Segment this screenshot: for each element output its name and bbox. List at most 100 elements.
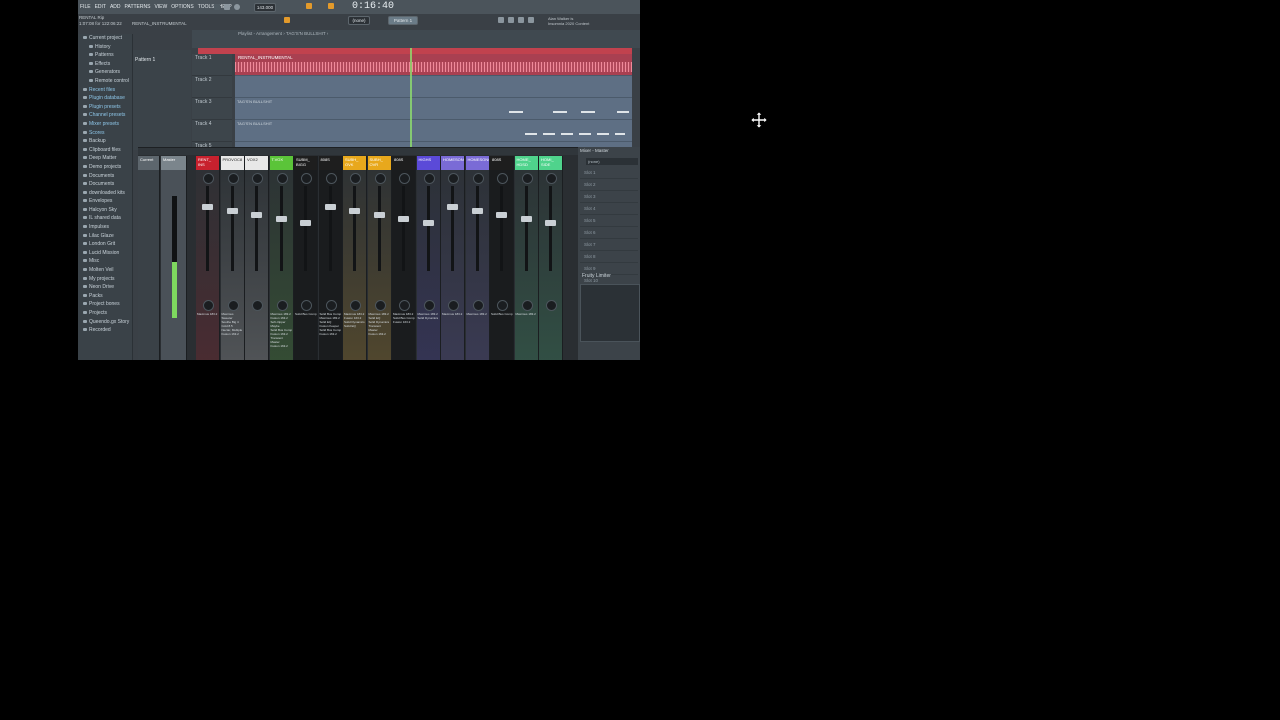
- browser-item[interactable]: Halcyon Sky: [78, 206, 132, 215]
- playhead[interactable]: [410, 48, 412, 148]
- stop-icon[interactable]: [224, 4, 230, 10]
- browser-item[interactable]: Misc: [78, 257, 132, 266]
- send-knob[interactable]: [301, 300, 312, 311]
- pattern-label[interactable]: Pattern 1: [135, 57, 155, 63]
- pan-knob[interactable]: [448, 173, 459, 184]
- record-icon[interactable]: [234, 4, 240, 10]
- volume-fader[interactable]: [328, 186, 332, 271]
- fader-handle[interactable]: [496, 212, 507, 218]
- track-name[interactable]: Track 1: [192, 54, 232, 76]
- volume-fader[interactable]: [500, 186, 503, 271]
- fader-handle[interactable]: [226, 208, 238, 214]
- browser-item[interactable]: downloaded kits: [78, 189, 132, 198]
- browser-item[interactable]: Plugin database: [78, 94, 132, 103]
- send-knob[interactable]: [350, 300, 361, 311]
- pan-knob[interactable]: [374, 173, 386, 184]
- mixer-strip[interactable]: VOX2: [245, 156, 269, 360]
- song-mode-icon[interactable]: [328, 3, 334, 9]
- fader-handle[interactable]: [275, 216, 287, 222]
- mixer-strip-current[interactable]: Current: [138, 156, 160, 360]
- browser-item[interactable]: Plugin presets: [78, 103, 132, 112]
- volume-fader[interactable]: [377, 186, 381, 271]
- track-row[interactable]: [235, 76, 632, 98]
- pattern-clip[interactable]: [581, 111, 595, 113]
- mixer-strip[interactable]: 808S Maximus 183.2 Solid Bus Comp Fusion 16…: [392, 156, 416, 360]
- fader-handle[interactable]: [398, 216, 409, 222]
- mixer-strip[interactable]: 808S Solid Bus Comp: [490, 156, 514, 360]
- effect-slot[interactable]: Slot 8: [580, 251, 638, 263]
- mixer-strip[interactable]: SUBM_ BIGG Solid Bus Comp: [294, 156, 318, 360]
- pattern-mode-icon[interactable]: [306, 3, 312, 9]
- pan-knob[interactable]: [521, 173, 533, 184]
- effect-slot[interactable]: Slot 6: [580, 227, 638, 239]
- pattern-clip[interactable]: [509, 111, 523, 113]
- pan-knob[interactable]: [472, 173, 484, 184]
- mixer-strip[interactable]: T.VOX Maximus 183.2 Fusion 163.2 Soft clipp…: [269, 156, 294, 360]
- mixer-strip[interactable]: RENT_ INS Maximus 183.2: [196, 156, 220, 360]
- send-knob[interactable]: [276, 300, 288, 311]
- mixer-strip-master[interactable]: Master: [161, 156, 187, 360]
- mixer-strip[interactable]: PROVOC8 Maximus Sweeter Soothe Big 4 Cold 8…: [220, 156, 245, 360]
- fader-handle[interactable]: [545, 220, 556, 226]
- volume-fader[interactable]: [353, 186, 356, 271]
- fader-handle[interactable]: [324, 204, 336, 210]
- song-time-display[interactable]: 0:16:40: [352, 1, 394, 13]
- browser-item[interactable]: Documents: [78, 180, 132, 189]
- browser-item[interactable]: Envelopes: [78, 197, 132, 206]
- tempo-display[interactable]: 143.000: [254, 3, 276, 12]
- browser-item[interactable]: Lucid Mission: [78, 249, 132, 258]
- audio-clip[interactable]: RENTAL_INSTRUMENTAL: [235, 54, 632, 75]
- volume-fader[interactable]: [402, 186, 405, 271]
- browser-item[interactable]: Channel presets: [78, 111, 132, 120]
- effect-slot[interactable]: Slot 3: [580, 191, 638, 203]
- send-knob[interactable]: [203, 300, 214, 311]
- effect-slot[interactable]: Slot 1: [580, 167, 638, 179]
- piano-roll-icon[interactable]: [508, 17, 514, 23]
- menu-item[interactable]: EDIT: [93, 4, 108, 10]
- send-knob[interactable]: [227, 300, 239, 311]
- browser-item[interactable]: Molten Veil: [78, 266, 132, 275]
- browser-item[interactable]: Scores: [78, 129, 132, 138]
- pan-knob[interactable]: [276, 173, 288, 184]
- pan-knob[interactable]: [497, 173, 508, 184]
- browser-item[interactable]: Projects: [78, 309, 132, 318]
- mixer-icon[interactable]: [518, 17, 524, 23]
- volume-fader[interactable]: [524, 186, 528, 271]
- playlist-tracks[interactable]: RENTAL_INSTRUMENTAL TAG'S'N BULLSHIT TAG…: [235, 54, 632, 150]
- effect-slot[interactable]: Slot 7: [580, 239, 638, 251]
- fader-handle[interactable]: [447, 204, 458, 210]
- mixer-strip[interactable]: SUBH_ OVR Maximus 183.2 Solid EQ Solid Dyna…: [367, 156, 392, 360]
- menu-item[interactable]: OPTIONS: [169, 4, 196, 10]
- playlist-icon[interactable]: [498, 17, 504, 23]
- pan-knob[interactable]: [227, 173, 239, 184]
- effect-slot[interactable]: Slot 2: [580, 179, 638, 191]
- pattern-clip[interactable]: [617, 111, 629, 113]
- channel-rack-icon[interactable]: [528, 17, 534, 23]
- send-knob[interactable]: [521, 300, 533, 311]
- pan-knob[interactable]: [325, 173, 337, 184]
- pan-knob[interactable]: [399, 173, 410, 184]
- browser-item[interactable]: History: [78, 43, 132, 52]
- mixer-strip[interactable]: HOMESONG Maximus 183.2: [441, 156, 465, 360]
- send-knob[interactable]: [399, 300, 410, 311]
- browser-item[interactable]: My projects: [78, 275, 132, 284]
- fader-handle[interactable]: [373, 212, 385, 218]
- fader-handle[interactable]: [520, 216, 532, 222]
- track-row[interactable]: TAG'S'N BULLSHIT: [235, 120, 632, 142]
- browser-item[interactable]: Impulses: [78, 223, 132, 232]
- snap-selector[interactable]: (none): [348, 16, 370, 25]
- browser-item[interactable]: Project bones: [78, 300, 132, 309]
- menu-item[interactable]: FILE: [78, 4, 93, 10]
- send-knob[interactable]: [252, 300, 263, 311]
- limiter-slot[interactable]: Fruity Limiter: [582, 273, 611, 279]
- volume-fader[interactable]: [451, 186, 454, 271]
- browser-item[interactable]: Neon Drive: [78, 283, 132, 292]
- browser-item[interactable]: Lilac Glaze: [78, 232, 132, 241]
- browser-item[interactable]: Backup: [78, 137, 132, 146]
- send-knob[interactable]: [423, 300, 435, 311]
- menu-item[interactable]: VIEW: [152, 4, 169, 10]
- mixer-strip[interactable]: SUBH_ OVK Maximus 183.2 Fusion 163.2 Solid …: [343, 156, 367, 360]
- mixer-strip[interactable]: HOME_ HDSD Maximus 183.2: [514, 156, 539, 360]
- volume-fader[interactable]: [206, 186, 209, 271]
- input-selector[interactable]: (none): [586, 158, 638, 165]
